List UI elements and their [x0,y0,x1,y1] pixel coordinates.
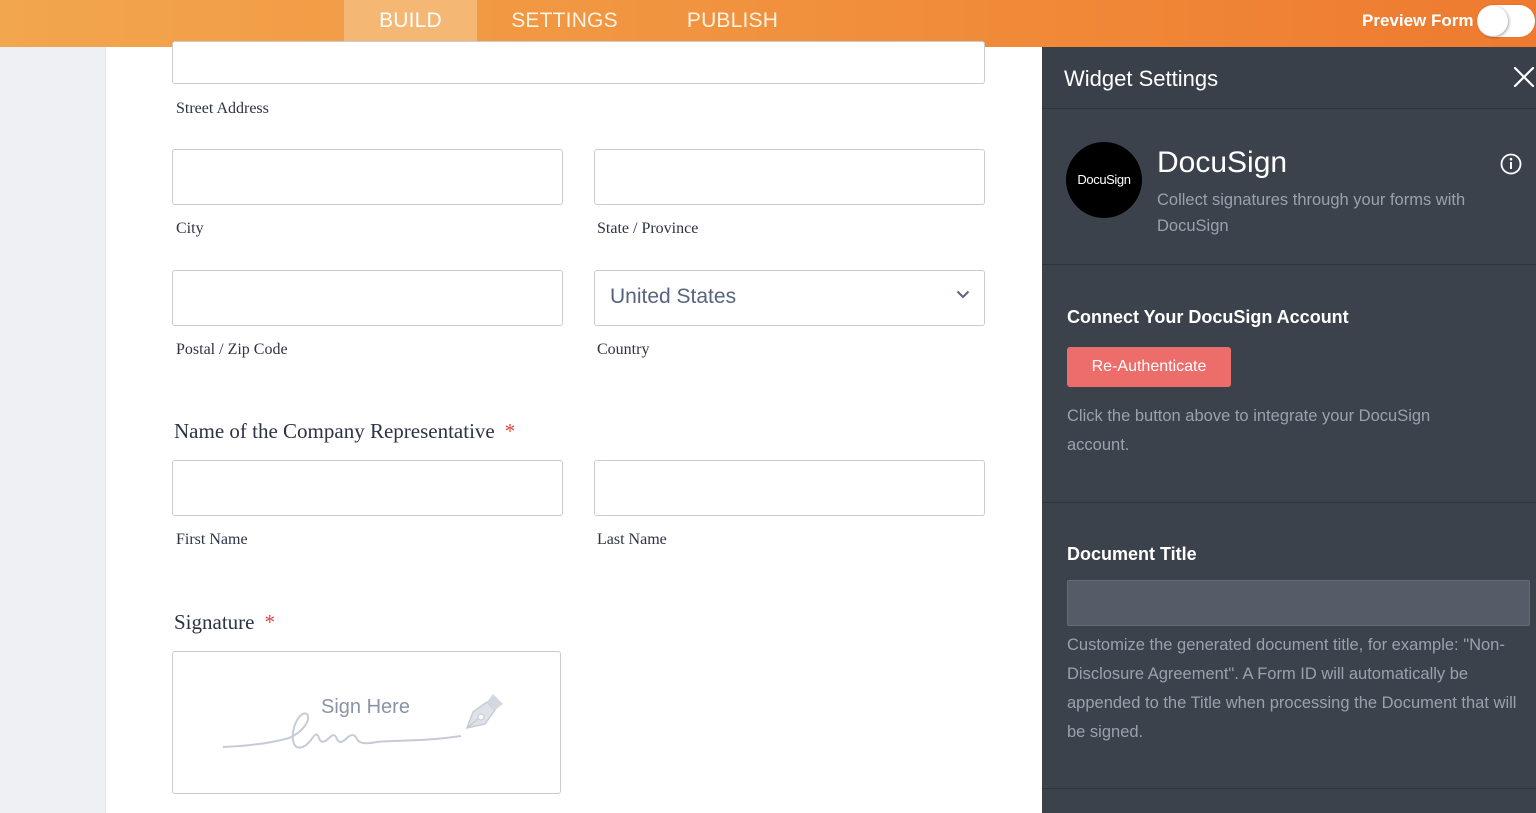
document-title-help-text: Customize the generated document title, … [1067,636,1517,741]
street-address-label: Street Address [176,100,269,117]
tab-publish[interactable]: PUBLISH [670,0,795,47]
required-asterisk: * [264,610,275,634]
city-input[interactable] [172,149,563,205]
section-divider [1042,502,1536,503]
info-icon[interactable] [1500,153,1522,175]
panel-header: Widget Settings [1042,47,1536,109]
panel-title: Widget Settings [1064,66,1219,91]
section-divider [1042,264,1536,265]
city-label: City [176,220,204,237]
street-address-input[interactable] [172,41,985,84]
connect-help-text: Click the button above to integrate your… [1067,407,1431,454]
signature-question: Signature * [174,610,275,635]
pen-icon [465,694,503,730]
toggle-knob [1478,6,1508,36]
tab-build[interactable]: BUILD [344,0,477,47]
first-name-label: First Name [176,531,248,548]
country-label: Country [597,341,650,358]
state-province-label: State / Province [597,220,699,237]
widget-name: DocuSign [1157,146,1288,179]
left-gutter [0,47,106,813]
close-icon[interactable] [1512,65,1536,89]
first-name-input[interactable] [172,460,563,516]
top-bar: BUILD SETTINGS PUBLISH Preview Form [0,0,1536,47]
postal-code-label: Postal / Zip Code [176,341,288,358]
chevron-down-icon [956,290,970,299]
docusign-logo: DocuSign [1066,142,1142,218]
widget-settings-panel: Widget Settings DocuSign DocuSign Collec… [1042,47,1536,813]
country-select[interactable]: United States [594,270,985,326]
re-authenticate-button[interactable]: Re-Authenticate [1067,347,1231,387]
last-name-label: Last Name [597,531,667,548]
tab-settings[interactable]: SETTINGS [492,0,637,47]
document-title-heading: Document Title [1067,544,1197,564]
section-divider [1042,788,1536,789]
postal-code-input[interactable] [172,270,563,326]
country-select-value: United States [610,285,737,308]
preview-form-label: Preview Form [1362,11,1474,30]
company-representative-label: Name of the Company Representative [174,419,495,443]
document-title-input[interactable] [1067,580,1530,626]
required-asterisk: * [504,419,516,443]
company-representative-question: Name of the Company Representative * [174,419,515,444]
signature-label: Signature [174,610,255,634]
connect-account-heading: Connect Your DocuSign Account [1067,307,1349,327]
last-name-input[interactable] [594,460,985,516]
form-canvas: Street Address City State / Province Pos… [106,41,1042,813]
state-province-input[interactable] [594,149,985,205]
widget-description: Collect signatures through your forms wi… [1157,191,1466,235]
signature-pad[interactable]: Sign Here [172,651,561,794]
